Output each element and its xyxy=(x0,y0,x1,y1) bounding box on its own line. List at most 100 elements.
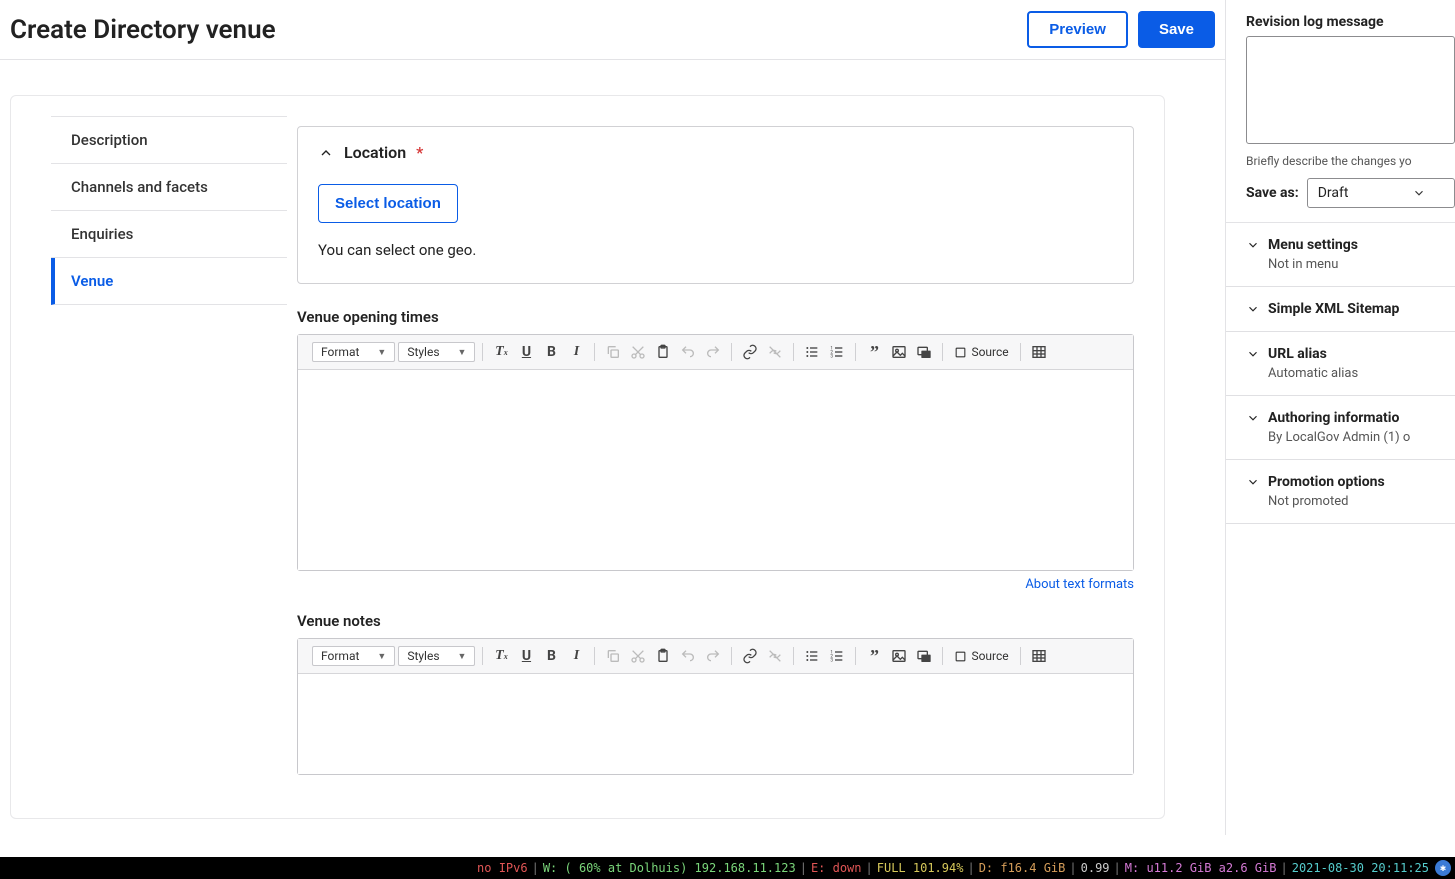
blockquote-icon[interactable]: ” xyxy=(863,341,885,363)
status-load: 0.99 xyxy=(1079,861,1112,875)
underline-icon[interactable]: U xyxy=(515,645,537,667)
chevron-down-icon xyxy=(1246,411,1260,425)
accordion-subtitle: Automatic alias xyxy=(1268,366,1455,381)
promotion-options-accordion[interactable]: Promotion options Not promoted xyxy=(1226,460,1455,524)
unlink-icon[interactable] xyxy=(764,645,786,667)
link-icon[interactable] xyxy=(739,645,761,667)
chevron-up-icon xyxy=(318,145,334,161)
tab-description[interactable]: Description xyxy=(51,116,287,164)
link-icon[interactable] xyxy=(739,341,761,363)
xml-sitemap-accordion[interactable]: Simple XML Sitemap xyxy=(1226,287,1455,332)
source-button[interactable]: Source xyxy=(950,649,1012,663)
chevron-down-icon xyxy=(1246,475,1260,489)
accordion-subtitle: By LocalGov Admin (1) o xyxy=(1268,430,1455,445)
bluetooth-icon[interactable]: ✱ xyxy=(1435,860,1451,876)
bullet-list-icon[interactable] xyxy=(801,341,823,363)
format-dropdown[interactable]: Format▼ xyxy=(312,646,395,666)
status-ethernet: E: down xyxy=(809,861,864,875)
paste-icon[interactable] xyxy=(652,341,674,363)
save-as-value: Draft xyxy=(1318,185,1349,201)
accordion-title: Menu settings xyxy=(1268,237,1358,253)
chevron-down-icon xyxy=(1246,302,1260,316)
menu-settings-accordion[interactable]: Menu settings Not in menu xyxy=(1226,223,1455,287)
svg-text:3: 3 xyxy=(831,353,834,359)
remove-format-icon[interactable]: Tx xyxy=(490,341,512,363)
chevron-down-icon xyxy=(1246,238,1260,252)
opening-times-field: Venue opening times Format▼ Styles▼ Tx U… xyxy=(297,308,1134,592)
tab-label: Description xyxy=(71,131,148,149)
status-disk: D: f16.4 GiB xyxy=(977,861,1068,875)
italic-icon[interactable]: I xyxy=(565,645,587,667)
media-icon[interactable] xyxy=(913,645,935,667)
status-ipv6: no IPv6 xyxy=(475,861,530,875)
opening-times-label: Venue opening times xyxy=(297,308,1134,326)
blockquote-icon[interactable]: ” xyxy=(863,645,885,667)
bold-icon[interactable]: B xyxy=(540,645,562,667)
rte-toolbar: Format▼ Styles▼ Tx U B I xyxy=(298,335,1133,370)
chevron-down-icon xyxy=(1246,347,1260,361)
underline-icon[interactable]: U xyxy=(515,341,537,363)
undo-icon[interactable] xyxy=(677,645,699,667)
accordion-title: Simple XML Sitemap xyxy=(1268,301,1399,317)
bold-icon[interactable]: B xyxy=(540,341,562,363)
about-text-formats-link[interactable]: About text formats xyxy=(1025,577,1134,592)
location-help-text: You can select one geo. xyxy=(318,241,1113,259)
number-list-icon[interactable]: 123 xyxy=(826,645,848,667)
save-button[interactable]: Save xyxy=(1138,11,1215,48)
revision-log-label: Revision log message xyxy=(1246,14,1455,30)
remove-format-icon[interactable]: Tx xyxy=(490,645,512,667)
chevron-down-icon xyxy=(1412,186,1426,200)
accordion-subtitle: Not promoted xyxy=(1268,494,1455,509)
tab-venue[interactable]: Venue xyxy=(51,258,287,305)
venue-notes-editor: Format▼ Styles▼ Tx U B I xyxy=(297,638,1134,775)
cut-icon[interactable] xyxy=(627,341,649,363)
image-icon[interactable] xyxy=(888,645,910,667)
source-button[interactable]: Source xyxy=(950,345,1012,359)
tab-label: Enquiries xyxy=(71,225,133,243)
styles-dropdown[interactable]: Styles▼ xyxy=(398,646,475,666)
opening-times-textarea[interactable] xyxy=(298,370,1133,570)
venue-notes-textarea[interactable] xyxy=(298,674,1133,774)
accordion-subtitle: Not in menu xyxy=(1268,257,1455,272)
table-icon[interactable] xyxy=(1028,645,1050,667)
tab-enquiries[interactable]: Enquiries xyxy=(51,211,287,258)
revision-log-block: Revision log message Briefly describe th… xyxy=(1226,0,1455,223)
top-bar: Create Directory venue Preview Save xyxy=(0,0,1225,60)
status-battery: FULL 101.94% xyxy=(875,861,966,875)
location-fieldset: Location * Select location You can selec… xyxy=(297,126,1134,284)
image-icon[interactable] xyxy=(888,341,910,363)
status-memory: M: u11.2 GiB a2.6 GiB xyxy=(1123,861,1279,875)
save-as-select[interactable]: Draft xyxy=(1307,178,1455,208)
copy-icon[interactable] xyxy=(602,645,624,667)
number-list-icon[interactable]: 123 xyxy=(826,341,848,363)
tab-label: Channels and facets xyxy=(71,178,208,196)
revision-log-textarea[interactable] xyxy=(1246,36,1455,144)
page-title: Create Directory venue xyxy=(10,15,276,45)
cut-icon[interactable] xyxy=(627,645,649,667)
location-legend-toggle[interactable]: Location * xyxy=(318,143,1113,162)
unlink-icon[interactable] xyxy=(764,341,786,363)
action-buttons: Preview Save xyxy=(1027,11,1215,48)
url-alias-accordion[interactable]: URL alias Automatic alias xyxy=(1226,332,1455,396)
tab-channels-facets[interactable]: Channels and facets xyxy=(51,164,287,211)
select-location-button[interactable]: Select location xyxy=(318,184,458,223)
italic-icon[interactable]: I xyxy=(565,341,587,363)
accordion-title: Authoring informatio xyxy=(1268,410,1399,426)
table-icon[interactable] xyxy=(1028,341,1050,363)
paste-icon[interactable] xyxy=(652,645,674,667)
save-as-label: Save as: xyxy=(1246,185,1299,201)
opening-times-editor: Format▼ Styles▼ Tx U B I xyxy=(297,334,1134,571)
preview-button[interactable]: Preview xyxy=(1027,11,1128,48)
right-sidebar: Revision log message Briefly describe th… xyxy=(1225,0,1455,835)
undo-icon[interactable] xyxy=(677,341,699,363)
authoring-info-accordion[interactable]: Authoring informatio By LocalGov Admin (… xyxy=(1226,396,1455,460)
bullet-list-icon[interactable] xyxy=(801,645,823,667)
format-dropdown[interactable]: Format▼ xyxy=(312,342,395,362)
svg-text:3: 3 xyxy=(831,657,834,663)
redo-icon[interactable] xyxy=(702,341,724,363)
copy-icon[interactable] xyxy=(602,341,624,363)
redo-icon[interactable] xyxy=(702,645,724,667)
tab-label: Venue xyxy=(71,272,113,290)
styles-dropdown[interactable]: Styles▼ xyxy=(398,342,475,362)
media-icon[interactable] xyxy=(913,341,935,363)
